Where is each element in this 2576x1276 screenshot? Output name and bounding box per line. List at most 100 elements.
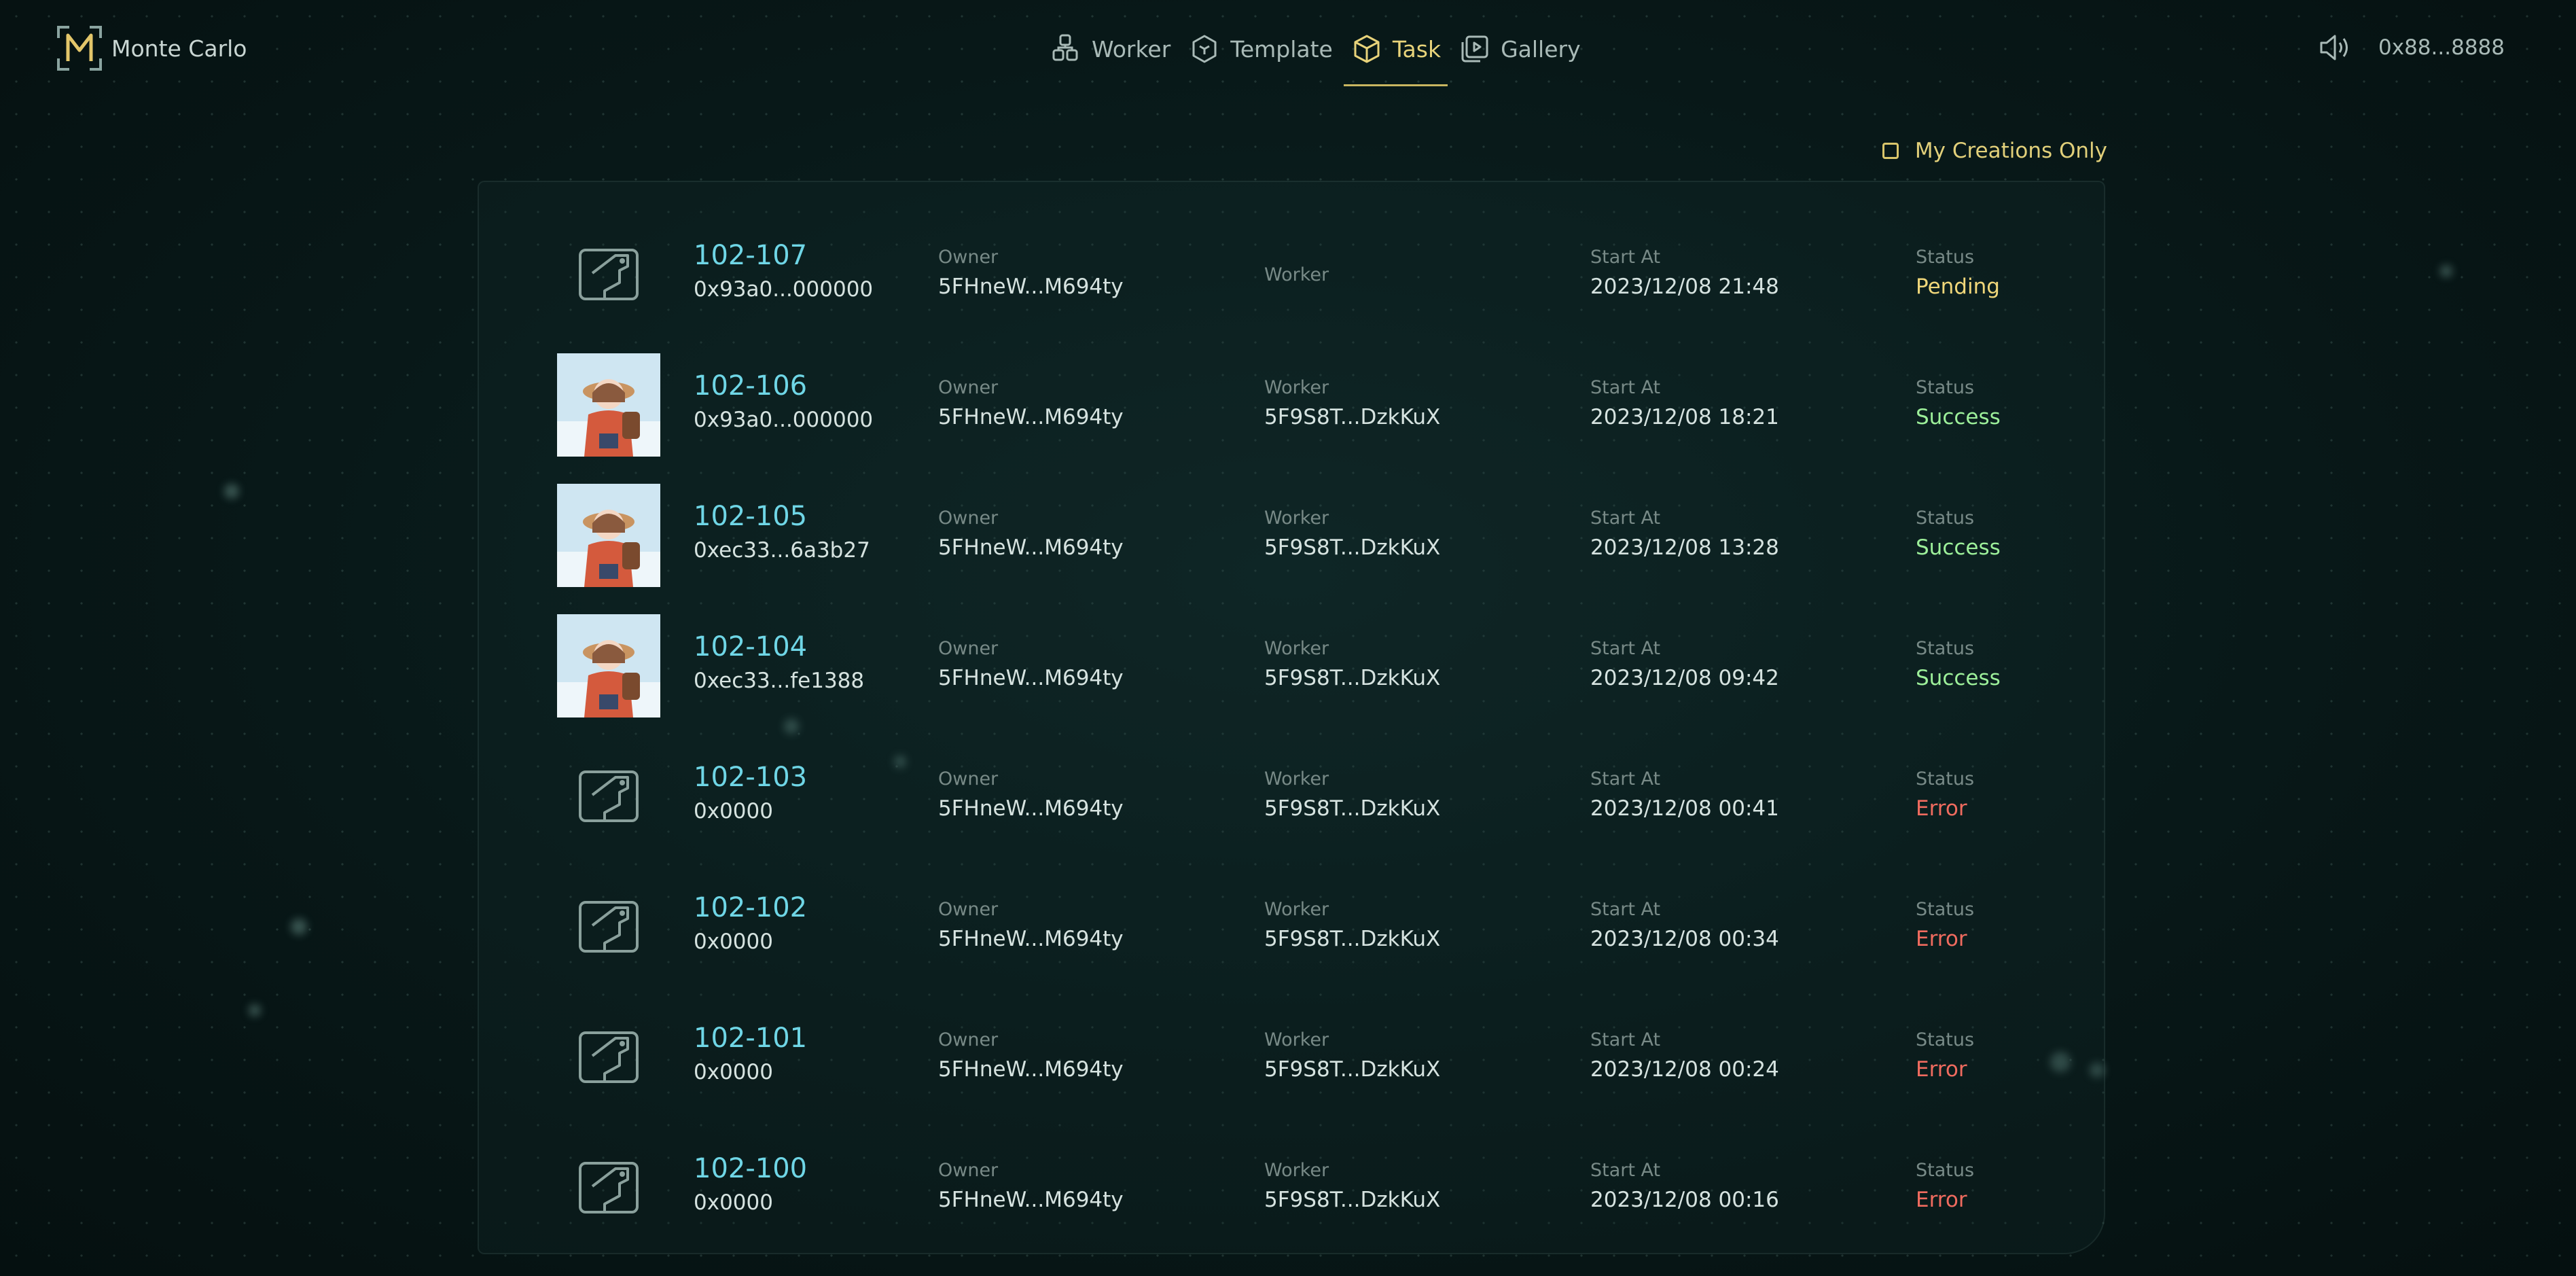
worker-value[interactable]: 5F9S8T...DzkKuX [1264,794,1440,823]
owner-cell: Owner 5FHneW...M694ty [938,768,1124,823]
task-thumbnail[interactable] [557,745,660,848]
task-thumbnail[interactable] [557,353,660,457]
status-label: Status [1916,508,1975,529]
task-id[interactable]: 102-107 [694,239,873,272]
start-cell: Start At 2023/12/08 13:28 [1590,507,1779,563]
worker-label: Worker [1264,1160,1329,1181]
task-row[interactable]: 102-104 0xec33...fe1388 Owner 5FHneW...M… [479,601,2104,731]
wallet-address[interactable]: 0x88...8888 [2378,35,2505,60]
owner-value[interactable]: 5FHneW...M694ty [938,663,1124,693]
start-label: Start At [1590,1029,1661,1050]
speaker-icon[interactable] [2317,30,2353,65]
owner-label: Owner [938,899,999,920]
owner-label: Owner [938,1029,999,1050]
status-label: Status [1916,638,1975,659]
status-cell: Status Success [1916,376,2001,432]
task-thumbnail[interactable] [557,223,660,326]
start-label: Start At [1590,768,1661,790]
task-row[interactable]: 102-102 0x0000 Owner 5FHneW...M694ty Wor… [479,862,2104,992]
brand[interactable]: Monte Carlo [56,24,247,72]
header-right: 0x88...8888 [2317,30,2505,65]
owner-cell: Owner 5FHneW...M694ty [938,898,1124,954]
task-row[interactable]: 102-105 0xec33...6a3b27 Owner 5FHneW...M… [479,470,2104,601]
task-thumbnail[interactable] [557,875,660,978]
background-glow [2440,265,2452,277]
owner-value[interactable]: 5FHneW...M694ty [938,1055,1124,1084]
nav-gallery[interactable]: Gallery [1459,30,1581,68]
worker-value[interactable]: 5F9S8T...DzkKuX [1264,1055,1440,1084]
owner-value[interactable]: 5FHneW...M694ty [938,402,1124,432]
task-thumbnail[interactable] [557,1006,660,1109]
owner-cell: Owner 5FHneW...M694ty [938,637,1124,693]
task-hash: 0x0000 [694,1060,773,1084]
start-cell: Start At 2023/12/08 00:41 [1590,768,1779,823]
owner-value[interactable]: 5FHneW...M694ty [938,533,1124,563]
worker-cell: Worker 5F9S8T...DzkKuX [1264,376,1440,432]
start-label: Start At [1590,638,1661,659]
status-badge: Error [1916,796,1967,821]
task-hash: 0x0000 [694,799,773,823]
owner-value[interactable]: 5FHneW...M694ty [938,272,1124,302]
status-badge: Error [1916,1188,1967,1212]
nav-task[interactable]: Task [1343,30,1448,86]
nav-worker[interactable]: Worker [1050,30,1170,68]
status-badge: Error [1916,927,1967,951]
task-result-image[interactable] [557,353,660,457]
task-id[interactable]: 102-105 [694,500,870,533]
task-placeholder-icon [579,901,639,953]
owner-label: Owner [938,768,999,790]
task-thumbnail[interactable] [557,484,660,587]
task-id[interactable]: 102-106 [694,370,873,402]
task-hash: 0x93a0...000000 [694,408,874,432]
owner-value[interactable]: 5FHneW...M694ty [938,1185,1124,1215]
task-id-block: 102-106 0x93a0...000000 [694,370,873,435]
worker-value[interactable]: 5F9S8T...DzkKuX [1264,402,1440,432]
task-id[interactable]: 102-104 [694,631,864,663]
owner-value[interactable]: 5FHneW...M694ty [938,924,1124,954]
task-thumbnail[interactable] [557,1136,660,1239]
start-value: 2023/12/08 00:41 [1590,796,1779,821]
start-cell: Start At 2023/12/08 00:24 [1590,1029,1779,1084]
start-cell: Start At 2023/12/08 09:42 [1590,637,1779,693]
task-panel: 102-107 0x93a0...000000 Owner 5FHneW...M… [478,181,2105,1254]
worker-value[interactable]: 5F9S8T...DzkKuX [1264,533,1440,563]
my-creations-checkbox[interactable] [1882,143,1899,159]
task-id[interactable]: 102-102 [694,891,807,924]
task-row[interactable]: 102-106 0x93a0...000000 Owner 5FHneW...M… [479,340,2104,470]
task-row[interactable]: 102-107 0x93a0...000000 Owner 5FHneW...M… [479,209,2104,340]
worker-icon [1052,34,1078,61]
my-creations-filter[interactable]: My Creations Only [1882,139,2107,163]
worker-value[interactable]: 5F9S8T...DzkKuX [1264,1185,1440,1215]
task-id[interactable]: 102-103 [694,761,807,794]
task-result-image[interactable] [557,484,660,587]
status-cell: Status Error [1916,1159,1974,1215]
nav-template[interactable]: Template [1188,30,1333,68]
my-creations-label: My Creations Only [1914,139,2107,163]
task-row[interactable]: 102-103 0x0000 Owner 5FHneW...M694ty Wor… [479,731,2104,862]
owner-value[interactable]: 5FHneW...M694ty [938,794,1124,823]
start-cell: Start At 2023/12/08 21:48 [1590,246,1779,302]
task-result-image[interactable] [557,614,660,717]
status-label: Status [1916,247,1975,268]
start-label: Start At [1590,247,1661,268]
status-badge: Success [1916,666,2001,690]
task-hash: 0x0000 [694,929,773,954]
status-badge: Error [1916,1057,1967,1082]
task-hash: 0x0000 [694,1190,773,1215]
task-row[interactable]: 102-100 0x0000 Owner 5FHneW...M694ty Wor… [479,1122,2104,1253]
start-value: 2023/12/08 09:42 [1590,666,1779,690]
task-id[interactable]: 102-101 [694,1022,807,1055]
owner-cell: Owner 5FHneW...M694ty [938,1159,1124,1215]
task-id[interactable]: 102-100 [694,1152,807,1185]
worker-value[interactable]: 5F9S8T...DzkKuX [1264,924,1440,954]
task-row[interactable]: 102-101 0x0000 Owner 5FHneW...M694ty Wor… [479,992,2104,1122]
worker-value[interactable]: 5F9S8T...DzkKuX [1264,663,1440,693]
start-value: 2023/12/08 21:48 [1590,274,1779,299]
status-label: Status [1916,377,1975,398]
start-value: 2023/12/08 00:34 [1590,927,1779,951]
start-value: 2023/12/08 18:21 [1590,405,1779,429]
status-label: Status [1916,899,1975,920]
owner-label: Owner [938,508,999,529]
task-thumbnail[interactable] [557,614,660,717]
worker-cell: Worker 5F9S8T...DzkKuX [1264,1159,1440,1215]
